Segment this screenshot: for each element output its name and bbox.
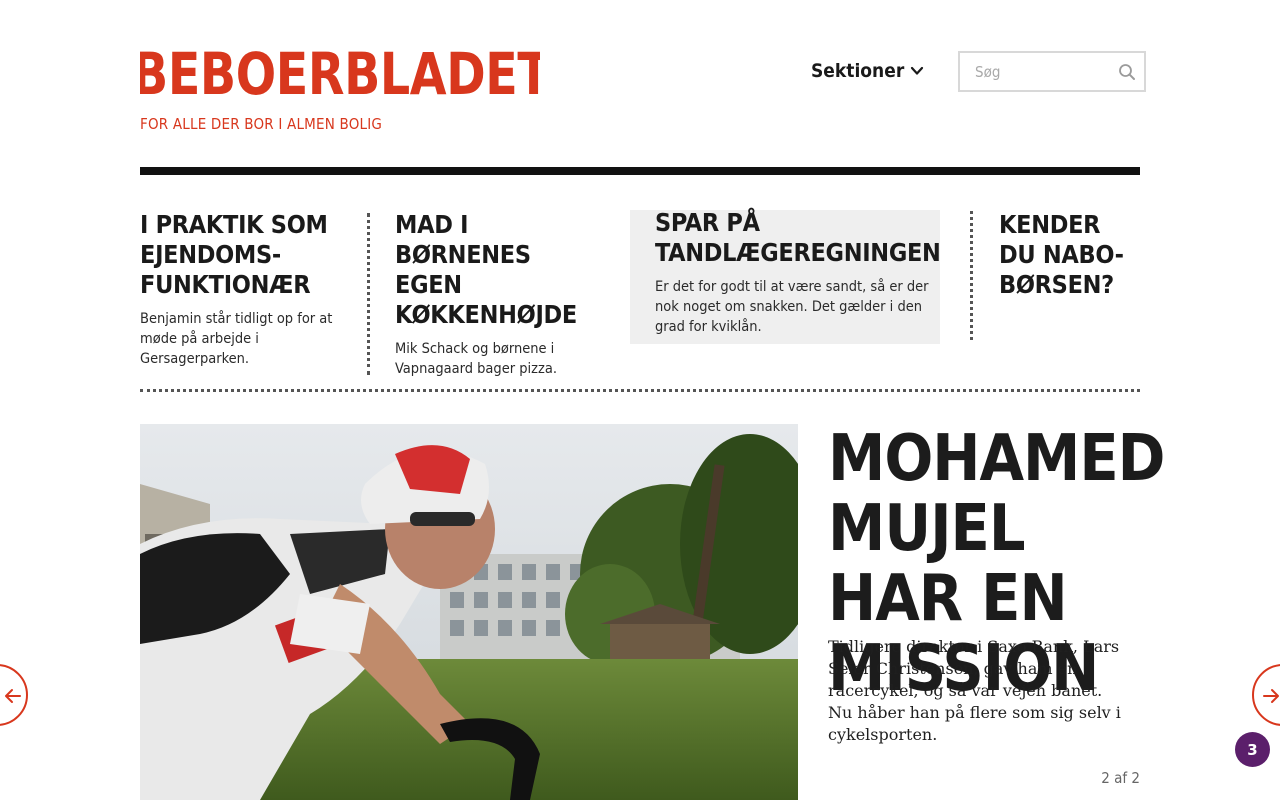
feature-lede: Tidligere direktør i Saxo Bank, Lars Sei… [828, 637, 1121, 744]
teaser-title[interactable]: KENDER DU NABO-BØRSEN? [999, 210, 1140, 300]
arrow-right-icon [1263, 689, 1279, 703]
sections-menu-label: Sektioner [811, 60, 905, 82]
notification-badge[interactable]: 3 [1235, 732, 1270, 767]
search-input[interactable] [960, 53, 1110, 90]
sections-menu-button[interactable]: Sektioner [811, 58, 924, 84]
logo-text: BEBOERBLADET [140, 44, 540, 104]
next-slide-button[interactable] [1252, 664, 1280, 726]
slide-pager: 2 af 2 [1101, 769, 1140, 787]
chevron-down-icon [911, 66, 924, 75]
cyclist-photo [140, 424, 798, 800]
teaser-title[interactable]: MAD I BØRNENES EGEN KØKKENHØJDE [395, 210, 605, 330]
search-box [958, 51, 1146, 92]
teaser-mad-boernene[interactable]: MAD I BØRNENES EGEN KØKKENHØJDE Mik Scha… [395, 210, 605, 379]
teaser-tandlaege[interactable]: SPAR PÅ TANDLÆGEREGNINGEN Er det for god… [630, 208, 941, 344]
search-icon[interactable] [1118, 63, 1136, 81]
teaser-summary: Mik Schack og børnene i Vapnagaard bager… [395, 341, 557, 377]
site-logo[interactable]: BEBOERBLADET [140, 44, 540, 104]
previous-slide-button[interactable] [0, 664, 28, 726]
teaser-divider [970, 211, 973, 340]
teaser-summary: Er det for godt til at være sandt, så er… [655, 279, 929, 335]
teaser-title[interactable]: I PRAKTIK SOM EJENDOMS-FUNKTIONÆR [140, 210, 350, 300]
header-rule [140, 167, 1140, 175]
teaser-ejendomsfunktionaer[interactable]: I PRAKTIK SOM EJENDOMS-FUNKTIONÆR Benjam… [140, 210, 350, 369]
teaser-title[interactable]: SPAR PÅ TANDLÆGEREGNINGEN [655, 208, 941, 268]
teaser-divider [367, 213, 370, 375]
teaser-nabo-boersen[interactable]: KENDER DU NABO-BØRSEN? [999, 210, 1140, 300]
section-divider [140, 389, 1140, 392]
arrow-left-icon [5, 689, 21, 703]
feature-photo[interactable] [140, 424, 798, 800]
site-tagline: FOR ALLE DER BOR I ALMEN BOLIG [140, 115, 383, 133]
teaser-summary: Benjamin står tidligt op for at møde på … [140, 311, 333, 367]
